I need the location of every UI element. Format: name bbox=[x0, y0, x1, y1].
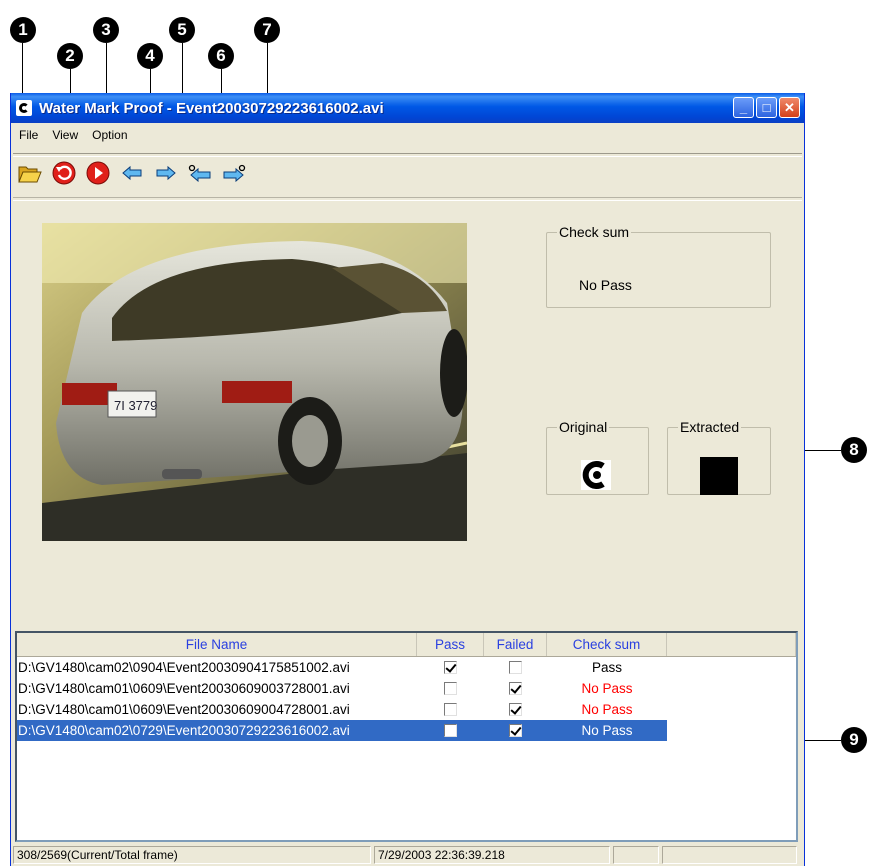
column-spacer bbox=[667, 633, 796, 656]
previous-frame-button[interactable] bbox=[119, 161, 145, 185]
status-bar: 308/2569(Current/Total frame) 7/29/2003 … bbox=[11, 844, 804, 866]
video-preview: 7I 3779 bbox=[42, 223, 467, 541]
app-icon bbox=[16, 100, 32, 116]
callout-7: 7 bbox=[254, 17, 280, 43]
original-watermark-group: Original bbox=[546, 419, 649, 495]
window-title: Water Mark Proof - Event2003072922361600… bbox=[39, 99, 384, 117]
open-folder-button[interactable] bbox=[17, 161, 43, 185]
failed-checkbox[interactable] bbox=[509, 724, 522, 737]
callout-4: 4 bbox=[137, 43, 163, 69]
row-checksum: No Pass bbox=[581, 702, 633, 717]
next-frame-button[interactable] bbox=[153, 161, 179, 185]
window-controls: _ □ ✕ bbox=[733, 97, 800, 118]
car-frame-image: 7I 3779 bbox=[42, 223, 467, 541]
row-file-name: D:\GV1480\cam02\0729\Event20030729223616… bbox=[18, 723, 350, 738]
row-file-name: D:\GV1480\cam01\0609\Event20030609004728… bbox=[18, 702, 350, 717]
checksum-legend: Check sum bbox=[559, 224, 630, 240]
row-checksum: No Pass bbox=[581, 681, 633, 696]
callout-6: 6 bbox=[208, 43, 234, 69]
rewind-button[interactable] bbox=[51, 161, 77, 185]
list-header: File Name Pass Failed Check sum bbox=[17, 633, 796, 657]
table-row[interactable]: D:\GV1480\cam01\0609\Event20030609003728… bbox=[17, 678, 796, 699]
column-pass[interactable]: Pass bbox=[417, 633, 484, 656]
failed-checkbox[interactable] bbox=[509, 682, 522, 695]
row-file-name: D:\GV1480\cam02\0904\Event20030904175851… bbox=[18, 660, 350, 675]
row-checksum: Pass bbox=[591, 660, 622, 675]
open-folder-icon bbox=[18, 166, 42, 183]
close-button[interactable]: ✕ bbox=[779, 97, 800, 118]
minimize-button[interactable]: _ bbox=[733, 97, 754, 118]
extracted-legend: Extracted bbox=[680, 419, 740, 435]
app-window: Water Mark Proof - Event2003072922361600… bbox=[10, 93, 805, 866]
next-frame-icon bbox=[156, 165, 176, 181]
status-empty-2 bbox=[662, 846, 797, 864]
previous-event-button[interactable] bbox=[187, 161, 213, 185]
pass-checkbox[interactable] bbox=[444, 661, 457, 674]
row-file-name: D:\GV1480\cam01\0609\Event20030609003728… bbox=[18, 681, 350, 696]
previous-event-icon bbox=[188, 164, 211, 182]
pass-checkbox[interactable] bbox=[444, 724, 457, 737]
rewind-icon bbox=[52, 161, 76, 185]
toolbar bbox=[17, 161, 255, 185]
column-failed[interactable]: Failed bbox=[484, 633, 547, 656]
original-watermark-icon bbox=[581, 460, 611, 490]
callout-1: 1 bbox=[10, 17, 36, 43]
column-check-sum[interactable]: Check sum bbox=[547, 633, 667, 656]
extracted-watermark-image bbox=[700, 457, 738, 495]
status-frame: 308/2569(Current/Total frame) bbox=[13, 846, 371, 864]
failed-checkbox[interactable] bbox=[509, 703, 522, 716]
next-event-icon bbox=[223, 164, 246, 182]
toolbar-separator bbox=[13, 197, 802, 201]
callout-2: 2 bbox=[57, 43, 83, 69]
column-file-name[interactable]: File Name bbox=[17, 633, 417, 656]
pass-checkbox[interactable] bbox=[444, 703, 457, 716]
row-checksum: No Pass bbox=[581, 723, 633, 738]
previous-frame-icon bbox=[122, 165, 142, 181]
pass-checkbox[interactable] bbox=[444, 682, 457, 695]
file-list[interactable]: File Name Pass Failed Check sum D:\GV148… bbox=[15, 631, 798, 842]
checksum-group: Check sum No Pass bbox=[546, 224, 771, 308]
svg-text:7I 3779: 7I 3779 bbox=[114, 398, 157, 413]
extracted-watermark-group: Extracted bbox=[667, 419, 771, 495]
menu-option[interactable]: Option bbox=[92, 128, 127, 142]
menu-bar: File View Option bbox=[11, 125, 804, 145]
callout-5: 5 bbox=[169, 17, 195, 43]
play-icon bbox=[86, 161, 110, 185]
next-event-button[interactable] bbox=[221, 161, 247, 185]
status-empty-1 bbox=[613, 846, 659, 864]
table-row[interactable]: D:\GV1480\cam01\0609\Event20030609004728… bbox=[17, 699, 796, 720]
table-row[interactable]: D:\GV1480\cam02\0904\Event20030904175851… bbox=[17, 657, 796, 678]
maximize-button[interactable]: □ bbox=[756, 97, 777, 118]
original-legend: Original bbox=[559, 419, 608, 435]
menu-file[interactable]: File bbox=[19, 128, 38, 142]
menu-view[interactable]: View bbox=[52, 128, 78, 142]
callout-9: 9 bbox=[841, 727, 867, 753]
play-button[interactable] bbox=[85, 161, 111, 185]
table-row-selected[interactable]: D:\GV1480\cam02\0729\Event20030729223616… bbox=[17, 720, 667, 741]
failed-checkbox[interactable] bbox=[509, 661, 522, 674]
menu-separator bbox=[13, 153, 802, 157]
title-bar[interactable]: Water Mark Proof - Event2003072922361600… bbox=[11, 93, 804, 123]
callout-8: 8 bbox=[841, 437, 867, 463]
callout-3: 3 bbox=[93, 17, 119, 43]
checksum-value: No Pass bbox=[579, 277, 632, 293]
status-datetime: 7/29/2003 22:36:39.218 bbox=[374, 846, 610, 864]
